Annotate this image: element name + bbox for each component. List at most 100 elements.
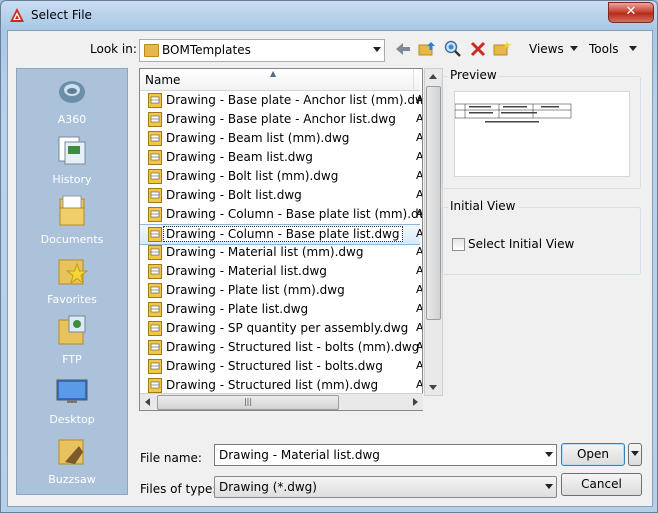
files-of-type-select[interactable]: Drawing (*.dwg)	[214, 476, 557, 498]
files-of-type-value: Drawing (*.dwg)	[219, 480, 317, 494]
dwg-file-icon	[148, 207, 162, 222]
file-name: Drawing - Base plate - Anchor list (mm).…	[166, 93, 423, 107]
close-button[interactable]: ✕	[608, 2, 654, 23]
file-type-truncated: A	[416, 302, 423, 315]
name-column-header[interactable]: Name ▲	[140, 69, 420, 91]
file-name: Drawing - Material list (mm).dwg	[166, 245, 364, 259]
file-row[interactable]: Drawing - Column - Base plate list (mm).…	[140, 205, 423, 224]
file-row[interactable]: Drawing - Plate list (mm).dwg A	[140, 281, 423, 300]
file-name-field[interactable]: Drawing - Material list.dwg	[214, 444, 557, 466]
file-row[interactable]: Drawing - Plate list.dwg A	[140, 300, 423, 319]
file-row[interactable]: Drawing - Material list (mm).dwg A	[140, 243, 422, 262]
preview-image	[454, 91, 630, 177]
file-name: Drawing - Column - Base plate list (mm).…	[166, 207, 423, 221]
file-type-truncated: A	[416, 188, 423, 201]
dwg-file-icon	[148, 340, 162, 355]
file-row[interactable]: Drawing - SP quantity per assembly.dwg A	[140, 319, 422, 338]
place-a360[interactable]: A360	[17, 71, 127, 131]
dwg-file-icon	[148, 150, 162, 165]
file-row[interactable]: Drawing - Column - Base plate list.dwg A	[140, 224, 423, 245]
open-button[interactable]: Open	[561, 443, 625, 466]
search-web-icon[interactable]	[443, 39, 463, 59]
file-type-truncated: A	[416, 169, 423, 182]
scroll-thumb[interactable]: |||	[157, 395, 339, 410]
place-documents[interactable]: Documents	[17, 191, 127, 251]
folder-up-icon[interactable]	[417, 39, 437, 59]
new-folder-icon[interactable]	[492, 39, 512, 59]
scroll-left-icon[interactable]	[145, 398, 150, 406]
file-row[interactable]: Drawing - Material list.dwg A	[140, 262, 422, 281]
dwg-file-icon	[148, 321, 162, 336]
scroll-up-icon[interactable]	[429, 74, 437, 79]
file-list[interactable]: Name ▲ Drawing - Base plate - Anchor lis…	[139, 68, 423, 411]
place-label: FTP	[62, 353, 82, 366]
buzzsaw-icon	[58, 439, 84, 465]
preview-thumbnail	[454, 92, 629, 176]
dwg-file-icon	[148, 302, 162, 317]
place-desktop[interactable]: Desktop	[17, 371, 127, 431]
dialog-client-area: Look in: BOMTemplates Views Tools A360 H…	[7, 30, 653, 507]
ftp-icon	[58, 315, 86, 345]
file-name: Drawing - Column - Base plate list.dwg	[163, 226, 403, 242]
place-ftp[interactable]: FTP	[17, 311, 127, 371]
file-name: Drawing - Material list.dwg	[166, 264, 327, 278]
views-menu[interactable]: Views	[529, 42, 564, 56]
dwg-file-icon	[148, 359, 162, 374]
place-history[interactable]: History	[17, 131, 127, 191]
title-bar[interactable]: Select File ✕	[1, 1, 657, 29]
file-row[interactable]: Drawing - Structured list - bolts.dwg A	[140, 357, 422, 376]
dialog-title: Select File	[31, 8, 92, 22]
file-row[interactable]: Drawing - Base plate - Anchor list.dwg A	[140, 110, 423, 129]
file-name: Drawing - Beam list (mm).dwg	[166, 131, 350, 145]
file-name: Drawing - Structured list - bolts (mm).d…	[166, 340, 420, 354]
file-name: Drawing - Plate list.dwg	[166, 302, 309, 316]
delete-icon[interactable]	[468, 39, 488, 59]
chevron-down-icon[interactable]	[545, 484, 553, 489]
horizontal-scrollbar[interactable]: |||	[140, 393, 423, 410]
look-in-combo[interactable]: BOMTemplates	[139, 39, 385, 62]
file-row[interactable]: Drawing - Beam list.dwg A	[140, 148, 422, 167]
chevron-down-icon[interactable]	[570, 46, 578, 51]
look-in-value: BOMTemplates	[162, 43, 251, 57]
file-name-label: File name:	[140, 451, 202, 465]
file-name: Drawing - Structured list (mm).dwg	[166, 378, 379, 392]
cancel-button[interactable]: Cancel	[561, 473, 642, 496]
dwg-file-icon	[148, 227, 162, 242]
dwg-file-icon	[148, 169, 162, 184]
chevron-down-icon	[631, 451, 639, 456]
tools-menu[interactable]: Tools	[589, 42, 619, 56]
dwg-file-icon	[148, 188, 162, 203]
file-row[interactable]: Drawing - Base plate - Anchor list (mm).…	[140, 91, 423, 110]
back-arrow-icon[interactable]	[393, 39, 413, 59]
scroll-thumb[interactable]	[426, 86, 441, 320]
dwg-file-icon	[148, 378, 162, 393]
file-type-truncated: A	[416, 283, 423, 296]
scroll-right-icon[interactable]	[413, 398, 418, 406]
file-row[interactable]: Drawing - Bolt list.dwg A	[140, 186, 423, 205]
places-bar: A360 History Documents Favorites FTP Des…	[16, 68, 128, 495]
place-label: A360	[57, 113, 87, 126]
type-column-header[interactable]	[413, 69, 422, 90]
select-initial-view-label[interactable]: Select Initial View	[468, 237, 574, 251]
place-label: Buzzsaw	[48, 473, 96, 486]
file-type-truncated: A	[416, 112, 423, 125]
chevron-down-icon[interactable]	[545, 452, 553, 457]
file-type-truncated: A	[416, 340, 423, 353]
file-type-truncated: A	[416, 378, 423, 391]
history-icon	[58, 136, 86, 165]
dwg-file-icon	[148, 112, 162, 127]
open-options-button[interactable]	[628, 443, 642, 466]
scroll-down-icon[interactable]	[429, 385, 437, 390]
autocad-app-icon	[10, 8, 24, 22]
file-type-truncated: A	[416, 227, 423, 240]
favorites-icon	[58, 259, 89, 285]
file-row[interactable]: Drawing - Bolt list (mm).dwg A	[140, 167, 423, 186]
select-file-dialog: Select File ✕ Look in: BOMTemplates View…	[0, 0, 658, 513]
place-buzzsaw[interactable]: Buzzsaw	[17, 431, 127, 491]
file-row[interactable]: Drawing - Beam list (mm).dwg A	[140, 129, 422, 148]
file-name: Drawing - Bolt list (mm).dwg	[166, 169, 339, 183]
file-row[interactable]: Drawing - Structured list - bolts (mm).d…	[140, 338, 423, 357]
place-favorites[interactable]: Favorites	[17, 251, 127, 311]
select-initial-view-checkbox[interactable]	[452, 238, 465, 251]
chevron-down-icon[interactable]	[629, 46, 637, 51]
